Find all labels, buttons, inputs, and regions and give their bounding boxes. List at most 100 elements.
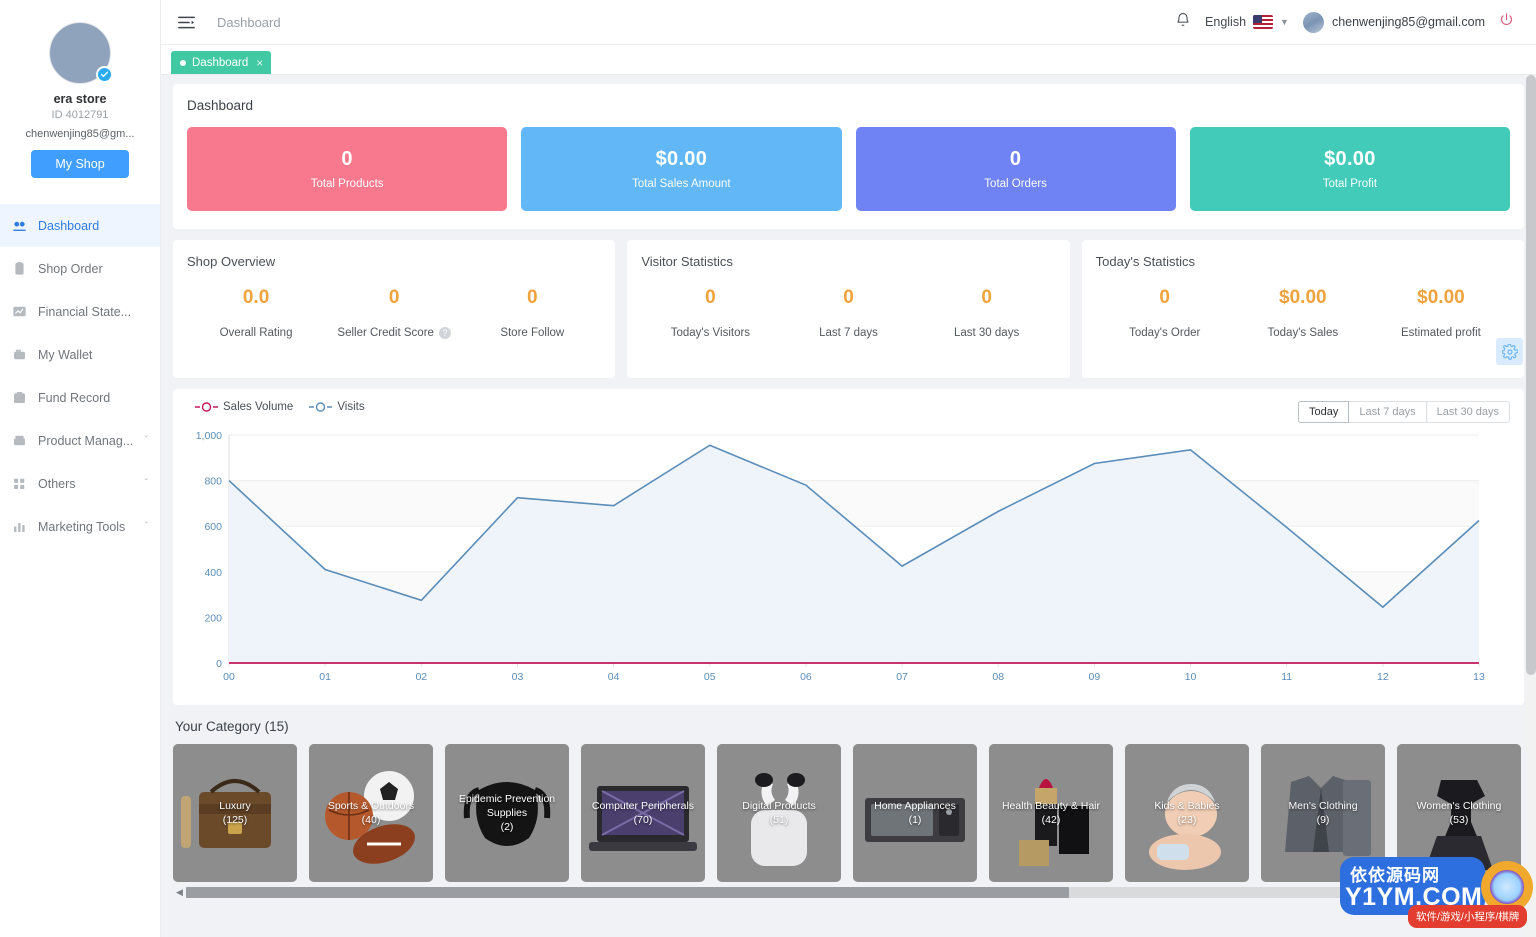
- scrollbar-thumb[interactable]: [186, 886, 1070, 898]
- user-avatar: [1302, 11, 1324, 33]
- language-selector[interactable]: English ▼: [1205, 15, 1289, 29]
- category-tile[interactable]: Women's Clothing (53): [1397, 744, 1521, 882]
- svg-text:06: 06: [800, 671, 812, 683]
- legend-item-visits[interactable]: Visits: [309, 401, 365, 413]
- chevron-down-icon: ▼: [1280, 17, 1289, 27]
- clipboard-icon: [12, 261, 38, 276]
- notification-bell-icon[interactable]: [1175, 11, 1191, 33]
- category-tile[interactable]: Men's Clothing (9): [1261, 744, 1385, 882]
- scrollbar-track[interactable]: [186, 886, 1524, 898]
- metric-label: Last 30 days: [953, 327, 1020, 339]
- range-button-today[interactable]: Today: [1298, 401, 1350, 423]
- category-scrollbar[interactable]: ◀: [173, 885, 1524, 899]
- help-icon[interactable]: ?: [438, 327, 451, 339]
- legend-item-sales-volume[interactable]: Sales Volume: [195, 401, 293, 413]
- tab-label: Dashboard: [192, 56, 249, 69]
- tab-dashboard[interactable]: Dashboard ×: [171, 51, 272, 74]
- svg-text:02: 02: [415, 671, 427, 683]
- category-tile[interactable]: Digital Products (51): [717, 744, 841, 882]
- my-shop-button[interactable]: My Shop: [31, 150, 129, 178]
- metric-label-wrap: Last 30 days: [954, 327, 1019, 339]
- grid-icon: [12, 476, 38, 491]
- logout-power-icon[interactable]: [1499, 12, 1514, 32]
- tab-bar: Dashboard ×: [161, 45, 1536, 75]
- overview-panels: Shop Overview 0.0 Overall Rating 0 Seller Cr…: [173, 240, 1524, 378]
- sidebar-item-shop-order[interactable]: Shop Order: [0, 247, 160, 290]
- avatar[interactable]: [49, 22, 113, 84]
- range-button-last-30-days[interactable]: Last 30 days: [1426, 401, 1510, 423]
- svg-text:09: 09: [1089, 671, 1101, 683]
- chevron-down-icon[interactable]: ˇ: [145, 478, 148, 489]
- category-tile[interactable]: Computer Peripherals (70): [581, 744, 705, 882]
- svg-text:200: 200: [204, 612, 222, 624]
- store-id: ID 4012791: [51, 109, 109, 121]
- metric-label: Last 7 days: [819, 327, 878, 339]
- metric: 0 Today's Order: [1096, 287, 1234, 341]
- category-caption: Women's Clothing (53): [1397, 799, 1521, 827]
- category-item-count: (9): [1316, 814, 1330, 826]
- sidebar-item-label: Shop Order: [38, 261, 103, 276]
- sidebar-item-dashboard[interactable]: Dashboard: [0, 204, 160, 247]
- metric: $0.00 Estimated profit: [1372, 287, 1510, 341]
- page-scrollbar[interactable]: [1526, 75, 1536, 937]
- chevron-down-icon[interactable]: ˇ: [145, 521, 148, 532]
- stat-value: $0.00: [1324, 148, 1376, 170]
- chart-svg: 0 200 400 600 800 1,000 00 01 02 03 04 05 06 07 08 09 10…: [196, 430, 1485, 683]
- metric-label: Today's Order: [1129, 327, 1201, 339]
- chart-header: Sales Volume Visits Today Last 7 days Last …: [187, 401, 1510, 423]
- svg-text:01: 01: [319, 671, 331, 683]
- stat-card-total-orders[interactable]: 0 Total Orders: [855, 127, 1176, 211]
- category-caption: Digital Products (51): [717, 799, 841, 827]
- metric-label: Seller Credit Score: [337, 327, 434, 339]
- topbar-actions: English ▼ chenwenjing85@gmail.com: [1175, 11, 1526, 33]
- sidebar-nav: Dashboard Shop Order Financial State... My …: [0, 204, 160, 548]
- category-tile[interactable]: Sports & Outdoors (40): [309, 744, 433, 882]
- menu-toggle-icon[interactable]: [175, 11, 197, 33]
- sidebar-item-others[interactable]: Others ˇ: [0, 462, 160, 505]
- page-scroll-area: Dashboard 0 Total Products $0.00 Total Sale…: [161, 75, 1536, 937]
- stat-value: 0: [341, 148, 353, 170]
- category-tile[interactable]: Home Appliances (1): [853, 744, 977, 882]
- category-tile[interactable]: Health Beauty & Hair (42): [989, 744, 1113, 882]
- stat-label: Total Orders: [984, 178, 1047, 190]
- panel-metrics: 0 Today's Visitors 0 Last 7 days 0 Last 30 da…: [641, 287, 1055, 341]
- stat-card-total-profit[interactable]: $0.00 Total Profit: [1189, 127, 1510, 211]
- folder-icon: [12, 390, 38, 405]
- svg-text:800: 800: [204, 476, 222, 488]
- category-tile[interactable]: Kids & Babies (23): [1125, 744, 1249, 882]
- app-root: era store ID 4012791 chenwenjing85@gm...…: [0, 0, 1536, 937]
- stat-card-total-sales-amount[interactable]: $0.00 Total Sales Amount: [521, 127, 842, 211]
- metric-value: 0: [1159, 287, 1170, 308]
- metric-label: Today's Visitors: [670, 327, 751, 339]
- category-caption: Kids & Babies (23): [1125, 799, 1249, 827]
- sidebar-item-product-manag[interactable]: Product Manag... ˇ: [0, 419, 160, 462]
- panel-metrics: 0.0 Overall Rating 0 Seller Credit Score? 0 S…: [187, 287, 601, 341]
- dashboard-card: Dashboard 0 Total Products $0.00 Total Sale…: [173, 84, 1524, 229]
- page-scrollbar-thumb[interactable]: [1526, 75, 1536, 675]
- range-button-last-7-days[interactable]: Last 7 days: [1349, 401, 1427, 423]
- metric: 0 Today's Visitors: [641, 287, 779, 341]
- sidebar-item-marketing-tools[interactable]: Marketing Tools ˇ: [0, 505, 160, 548]
- stat-card-total-products[interactable]: 0 Total Products: [187, 127, 508, 211]
- category-tile[interactable]: Epidemic Prevention Supplies (2): [445, 744, 569, 882]
- chevron-down-icon[interactable]: ˇ: [145, 435, 148, 446]
- metric-label-wrap: Last 7 days: [819, 327, 878, 339]
- category-tile[interactable]: Luxury (125): [173, 744, 297, 882]
- category-name: Digital Products: [742, 800, 816, 812]
- scroll-left-arrow-icon[interactable]: ◀: [173, 887, 186, 898]
- user-menu[interactable]: chenwenjing85@gmail.com: [1302, 11, 1485, 33]
- sidebar-item-financial-state[interactable]: Financial State...: [0, 290, 160, 333]
- sidebar-item-my-wallet[interactable]: My Wallet: [0, 333, 160, 376]
- svg-text:05: 05: [704, 671, 716, 683]
- metric-value: 0: [526, 287, 538, 308]
- category-item-count: (40): [361, 814, 381, 826]
- settings-gear-icon[interactable]: [1496, 338, 1523, 365]
- category-caption: Sports & Outdoors (40): [309, 799, 433, 827]
- svg-text:03: 03: [512, 671, 524, 683]
- metric-label: Store Follow: [500, 327, 565, 339]
- sidebar-item-fund-record[interactable]: Fund Record: [0, 376, 160, 419]
- category-name: Kids & Babies: [1154, 800, 1220, 812]
- category-strip: Luxury (125) Sports & Outdoors (40) Epidemic…: [173, 744, 1524, 899]
- svg-text:11: 11: [1281, 671, 1292, 683]
- tab-close-icon[interactable]: ×: [256, 56, 263, 70]
